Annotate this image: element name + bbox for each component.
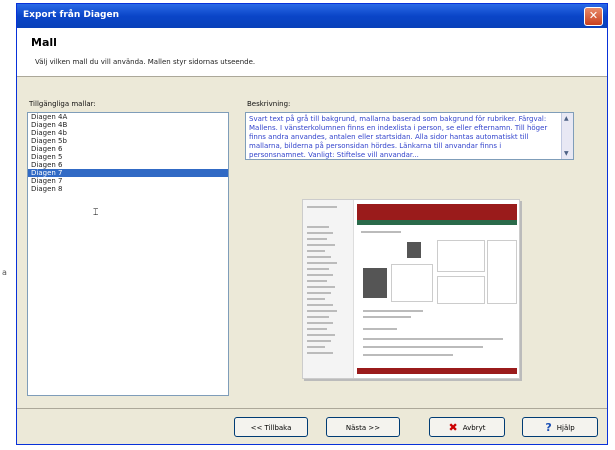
next-button-label: Nästa >>: [345, 424, 381, 432]
preview-footer-band: [357, 368, 517, 374]
preview-box: [487, 240, 517, 304]
preview-index-column: [303, 200, 354, 378]
list-item[interactable]: Diagen 8: [28, 185, 228, 193]
preview-box: [437, 240, 485, 272]
list-item[interactable]: Diagen 7: [28, 169, 228, 177]
preview-photo: [407, 242, 421, 258]
list-item[interactable]: Diagen 5: [28, 153, 228, 161]
list-item[interactable]: Diagen 7: [28, 177, 228, 185]
export-wizard-dialog: Export från Diagen ✕ Mall Välj vilken ma…: [16, 3, 608, 445]
list-item[interactable]: Diagen 4b: [28, 129, 228, 137]
mouse-cursor-icon: ⌶: [93, 208, 99, 218]
window-title: Export från Diagen: [23, 10, 120, 20]
close-icon: ✕: [588, 9, 599, 22]
templates-label: Tillgängliga mallar:: [29, 100, 96, 108]
scroll-up-icon[interactable]: ▲: [564, 115, 569, 122]
page-subtitle: Välj vilken mall du vill använda. Mallen…: [35, 58, 256, 66]
back-button-label: << Tillbaka: [250, 424, 292, 432]
help-button[interactable]: ? Hjälp: [522, 417, 598, 437]
page-title: Mall: [31, 36, 57, 49]
cancel-button-label: Avbryt: [462, 424, 486, 432]
close-button[interactable]: ✕: [584, 7, 603, 26]
preview-nav-band: [357, 220, 517, 225]
templates-listbox[interactable]: Diagen 4A Diagen 4B Diagen 4b Diagen 5b Diag…: [27, 112, 229, 396]
preview-box: [391, 264, 433, 302]
list-item[interactable]: Diagen 6: [28, 161, 228, 169]
list-item[interactable]: Diagen 5b: [28, 137, 228, 145]
preview-photo: [363, 268, 387, 298]
next-button[interactable]: Nästa >>: [326, 417, 400, 437]
preview-box: [437, 276, 485, 304]
back-button[interactable]: << Tillbaka: [234, 417, 308, 437]
list-item[interactable]: Diagen 4A: [28, 113, 228, 121]
footer-separator: [17, 408, 607, 409]
description-text: Svart text på grå till bakgrund, mallarn…: [249, 115, 548, 159]
help-question-icon: ?: [545, 421, 552, 434]
description-label: Beskrivning:: [247, 100, 291, 108]
description-box[interactable]: Svart text på grå till bakgrund, mallarn…: [245, 112, 574, 160]
help-button-label: Hjälp: [556, 424, 575, 432]
background-char: a: [2, 268, 7, 277]
wizard-header: Mall Välj vilken mall du vill använda. M…: [17, 28, 607, 77]
description-scrollbar[interactable]: ▲ ▼: [561, 113, 573, 159]
preview-header-band: [357, 204, 517, 220]
list-item[interactable]: Diagen 6: [28, 145, 228, 153]
cancel-button[interactable]: ✖ Avbryt: [429, 417, 505, 437]
scroll-down-icon[interactable]: ▼: [564, 150, 569, 157]
list-item[interactable]: Diagen 4B: [28, 121, 228, 129]
cancel-x-icon: ✖: [448, 421, 458, 434]
template-preview-image: [302, 199, 520, 379]
title-bar[interactable]: Export från Diagen ✕: [17, 4, 607, 28]
